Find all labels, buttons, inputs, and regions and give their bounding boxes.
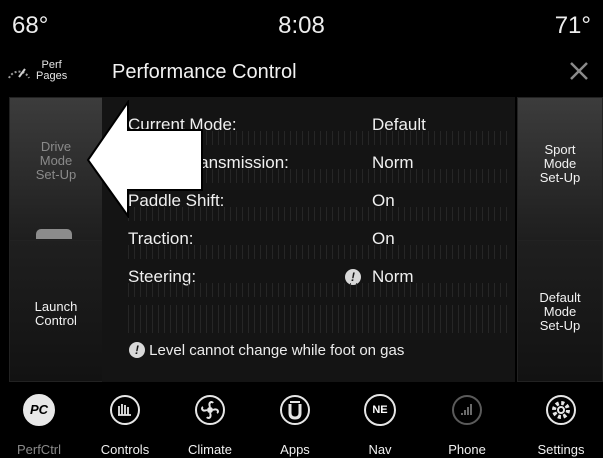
dock-label: PerfCtrl [16,442,62,457]
dock-label: Nav [368,442,392,457]
row-divider [128,245,508,259]
outside-temp-right: 71° [554,12,591,39]
default-mode-setup-button[interactable]: Default Mode Set-Up [517,240,603,382]
climate-icon [195,395,225,425]
notice-text: ! Level cannot change while foot on gas [129,342,404,359]
panel-texture [128,305,508,333]
row-divider [128,283,508,297]
dock-nav[interactable]: NE Nav [341,384,419,458]
perf-pages-button[interactable]: Perf Pages [36,60,67,82]
bottom-dock: PC PerfCtrl Controls Climate Apps NE Nav… [0,384,603,458]
perfctrl-icon: PC [23,394,55,426]
warning-icon: ! [129,342,145,358]
dock-label: Phone [448,442,486,457]
phone-signal-icon [452,395,482,425]
compass-icon: NE [364,394,396,426]
dock-label: Apps [280,442,310,457]
uconnect-screen: 68° 8:08 71° Perf Pages Performance Cont… [0,0,603,458]
controls-icon [110,395,140,425]
dock-phone[interactable]: Phone [428,384,506,458]
launch-control-button[interactable]: Launch Control [9,240,103,382]
dock-apps[interactable]: Apps [256,384,334,458]
apps-icon [280,395,310,425]
launch-control-label: Launch Control [34,299,78,328]
dock-label: Climate [187,442,233,457]
selected-tab-indicator [36,229,72,239]
title-bar [0,48,603,94]
dock-controls[interactable]: Controls [86,384,164,458]
dock-settings[interactable]: Settings [522,384,600,458]
dock-perfctrl[interactable]: PC PerfCtrl [0,384,78,458]
close-icon[interactable] [566,58,592,84]
status-bar: 68° 8:08 71° [0,0,603,48]
gear-icon [546,395,576,425]
page-title: Performance Control [112,61,297,83]
perf-gauge-icon[interactable] [6,58,32,84]
dock-label: Controls [100,442,150,457]
left-arrow-overlay [86,100,203,218]
dock-climate[interactable]: Climate [171,384,249,458]
clock: 8:08 [278,12,325,39]
dock-label: Settings [537,442,585,457]
setting-row-traction: Traction: On [128,225,508,259]
default-mode-setup-label: Default Mode Set-Up [539,290,581,333]
notice-message: Level cannot change while foot on gas [149,342,405,359]
setting-row-steering: Steering: ! Norm [128,263,508,297]
sport-mode-setup-label: Sport Mode Set-Up [539,142,581,185]
sport-mode-setup-button[interactable]: Sport Mode Set-Up [517,97,603,241]
